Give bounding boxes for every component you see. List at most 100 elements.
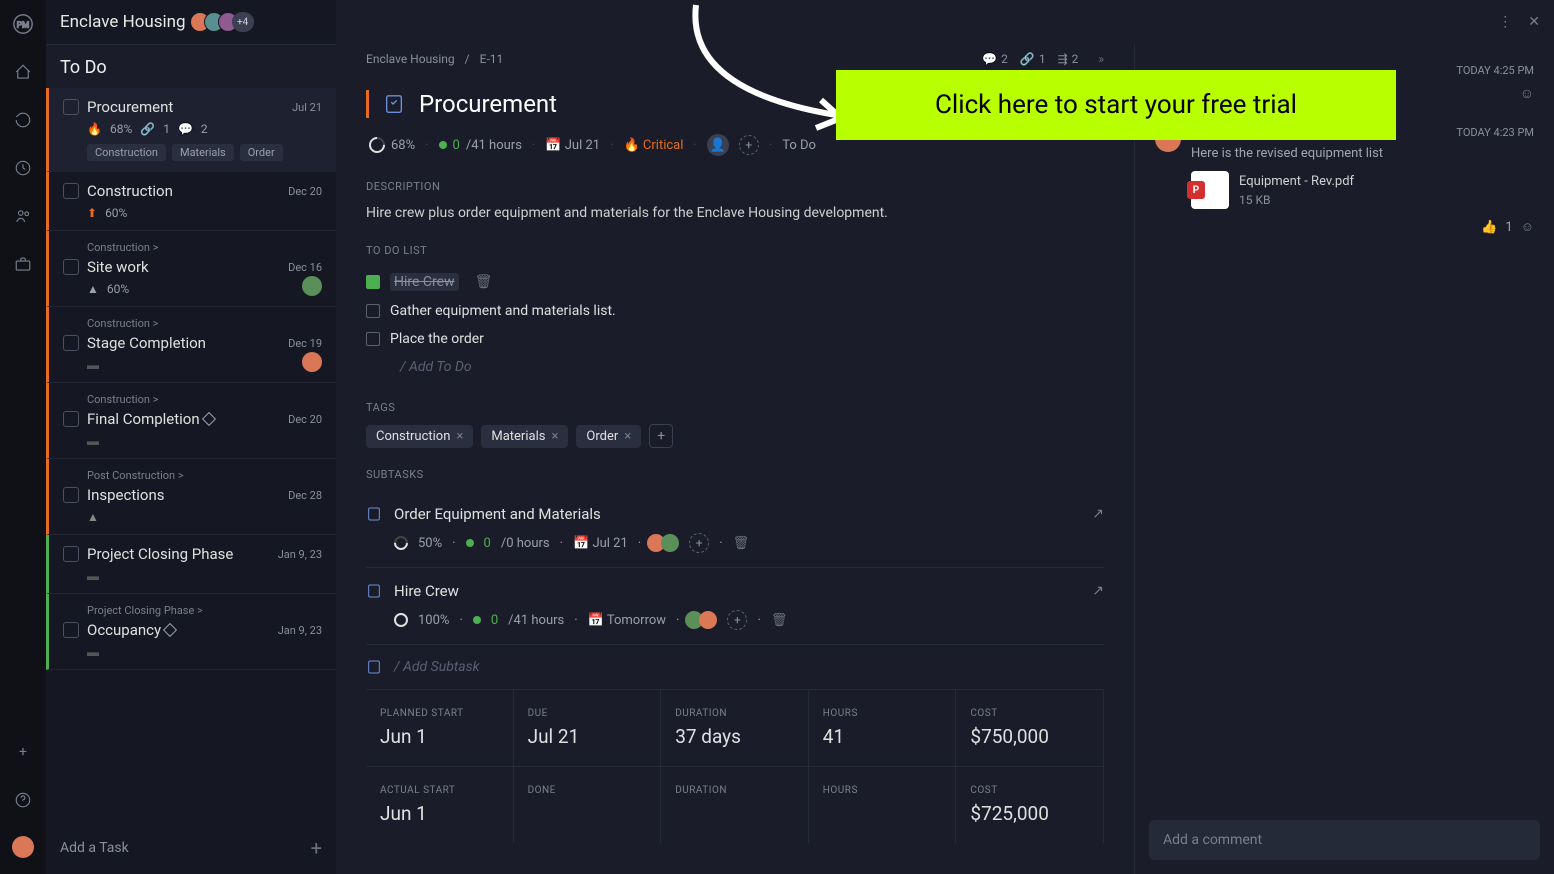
todo-checkbox[interactable] xyxy=(366,304,380,318)
arrow-annotation xyxy=(656,0,856,160)
tag-chip[interactable]: Construction× xyxy=(366,425,473,448)
task-card[interactable]: Procurement Jul 21 🔥 68% 🔗1 💬2 Construct… xyxy=(46,88,336,172)
todo-item[interactable]: Hire Crew 🗑 xyxy=(366,267,1104,297)
tag-chip[interactable]: Materials× xyxy=(481,425,568,448)
add-assignee[interactable]: + xyxy=(727,610,747,630)
reactions[interactable]: 👍 1 ☺ xyxy=(1191,219,1534,235)
user-avatar[interactable] xyxy=(12,836,34,858)
assignee-avatar[interactable] xyxy=(302,352,322,372)
pdf-icon: P xyxy=(1191,171,1229,209)
subtask-assignees[interactable] xyxy=(689,611,717,629)
milestone-icon xyxy=(202,412,216,426)
comment: Joe Johnson TODAY 4:23 PM Here is the re… xyxy=(1155,126,1534,235)
open-subtask-icon[interactable]: ↗ xyxy=(1092,506,1104,522)
todo-checkbox[interactable] xyxy=(366,275,380,289)
subtask-count[interactable]: ⇶ 2 xyxy=(1058,52,1079,66)
todo-item[interactable]: Place the order xyxy=(366,325,1104,353)
emoji-icon[interactable]: ☺ xyxy=(1521,219,1534,235)
up-icon: ▲ xyxy=(87,282,99,296)
add-task-button[interactable]: Add a Task + xyxy=(46,822,336,874)
due-date[interactable]: 📅 Jul 21 xyxy=(545,138,600,153)
expand-icon[interactable]: » xyxy=(1098,52,1104,66)
tags-row: Construction× Materials× Order× + xyxy=(366,424,1104,448)
add-tag-button[interactable]: + xyxy=(649,424,673,448)
avatar-stack[interactable]: +4 xyxy=(196,12,254,32)
task-card[interactable]: Project Closing Phase > Occupancy Jan 9,… xyxy=(46,594,336,670)
progress-icon xyxy=(391,533,411,553)
remove-tag-icon[interactable]: × xyxy=(551,429,558,444)
progress-icon xyxy=(394,613,408,627)
task-list-panel: Enclave Housing +4 To Do Procurement Jul… xyxy=(46,0,336,874)
cta-banner[interactable]: Click here to start your free trial xyxy=(836,70,1396,140)
task-checkbox[interactable] xyxy=(63,546,79,562)
briefcase-icon[interactable] xyxy=(11,252,35,276)
add-subtask[interactable]: / Add Subtask xyxy=(366,645,1104,689)
delete-icon[interactable]: 🗑 xyxy=(475,274,493,290)
task-title[interactable]: Procurement xyxy=(419,90,557,118)
tag-chip[interactable]: Order× xyxy=(576,425,641,448)
add-assignee[interactable]: + xyxy=(689,533,709,553)
todo-item[interactable]: Gather equipment and materials list. xyxy=(366,297,1104,325)
delete-icon[interactable]: 🗑 xyxy=(771,613,788,628)
thumbs-up-icon[interactable]: 👍 xyxy=(1481,220,1497,235)
remove-tag-icon[interactable]: × xyxy=(456,429,463,444)
subtask-icon xyxy=(366,506,382,522)
tags-label: TAGS xyxy=(366,401,1104,414)
emoji-icon[interactable]: ☺ xyxy=(1520,85,1534,102)
nav-rail: PM + xyxy=(0,0,46,874)
subtasks-label: SUBTASKS xyxy=(366,468,1104,481)
task-card[interactable]: Post Construction > Inspections Dec 28 ▲ xyxy=(46,459,336,535)
task-card[interactable]: Construction > Final Completion Dec 20 ▬ xyxy=(46,383,336,459)
task-card[interactable]: Construction > Site work Dec 16 ▲60% xyxy=(46,231,336,307)
description-label: DESCRIPTION xyxy=(366,180,1104,193)
home-icon[interactable] xyxy=(11,60,35,84)
column-title: To Do xyxy=(46,44,336,88)
remove-tag-icon[interactable]: × xyxy=(624,429,631,444)
link-count[interactable]: 🔗 1 xyxy=(1020,52,1046,66)
comment-count[interactable]: 💬 2 xyxy=(982,52,1008,66)
task-checkbox[interactable] xyxy=(63,99,79,115)
task-card[interactable]: Project Closing Phase Jan 9, 23 ▬ xyxy=(46,535,336,594)
subtask-icon xyxy=(366,659,382,675)
attachment[interactable]: P Equipment - Rev.pdf 15 KB xyxy=(1191,171,1534,209)
comments-panel: TODAY 4:25 PM ☺ Joe Johnson xyxy=(1134,44,1554,874)
task-icon xyxy=(383,93,405,115)
hours[interactable]: 00/41 hours/41 hours xyxy=(439,138,522,153)
open-subtask-icon[interactable]: ↗ xyxy=(1092,583,1104,599)
stats-planned: PLANNED STARTJun 1 DUEJul 21 DURATION37 … xyxy=(366,689,1104,766)
help-icon[interactable] xyxy=(11,788,35,812)
up-icon: ⬆ xyxy=(87,206,97,220)
add-todo[interactable]: / Add To Do xyxy=(400,353,1104,381)
task-checkbox[interactable] xyxy=(63,622,79,638)
todo-checkbox[interactable] xyxy=(366,332,380,346)
description[interactable]: Hire crew plus order equipment and mater… xyxy=(366,203,1104,224)
comment-icon: 💬 xyxy=(178,122,193,136)
fire-icon: 🔥 xyxy=(87,122,102,136)
clock-icon[interactable] xyxy=(11,156,35,180)
more-icon[interactable]: ⋮ xyxy=(1498,14,1512,30)
project-header: Enclave Housing +4 xyxy=(46,0,336,44)
logo-icon[interactable]: PM xyxy=(11,12,35,36)
task-card[interactable]: Construction Dec 20 ⬆60% xyxy=(46,172,336,231)
assignee-avatar[interactable] xyxy=(302,276,322,296)
subtask-item[interactable]: Hire Crew ↗ 100% · 0/41 hours · 📅 Tomorr… xyxy=(366,568,1104,645)
task-checkbox[interactable] xyxy=(63,487,79,503)
up-icon: ▲ xyxy=(87,510,99,524)
add-icon[interactable]: + xyxy=(11,740,35,764)
comment-input[interactable]: Add a comment xyxy=(1149,820,1540,860)
task-checkbox[interactable] xyxy=(63,183,79,199)
close-icon[interactable]: ✕ xyxy=(1528,14,1540,30)
milestone-icon xyxy=(163,623,177,637)
subtask-assignees[interactable] xyxy=(651,534,679,552)
task-card[interactable]: Construction > Stage Completion Dec 19 ▬ xyxy=(46,307,336,383)
delete-icon[interactable]: 🗑 xyxy=(733,536,750,551)
subtask-item[interactable]: Order Equipment and Materials ↗ 50% · 0/… xyxy=(366,491,1104,568)
task-checkbox[interactable] xyxy=(63,335,79,351)
progress[interactable]: 68% xyxy=(369,137,415,153)
task-checkbox[interactable] xyxy=(63,411,79,427)
refresh-icon[interactable] xyxy=(11,108,35,132)
task-checkbox[interactable] xyxy=(63,259,79,275)
svg-text:PM: PM xyxy=(17,21,29,31)
project-title: Enclave Housing xyxy=(60,12,186,32)
people-icon[interactable] xyxy=(11,204,35,228)
